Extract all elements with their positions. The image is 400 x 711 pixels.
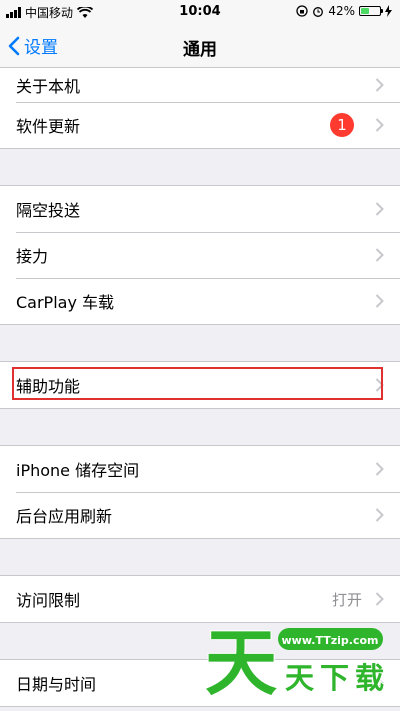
battery-percent: 42%	[328, 4, 355, 18]
settings-group-about: 关于本机 软件更新 1	[0, 68, 400, 149]
update-badge: 1	[330, 113, 354, 137]
chevron-right-icon	[375, 508, 384, 522]
cell-restrictions-label: 访问限制	[16, 591, 81, 610]
cell-handoff-label: 接力	[16, 247, 49, 266]
page-title: 通用	[183, 40, 217, 60]
chevron-right-icon	[375, 592, 384, 606]
cell-software-update-label: 软件更新	[16, 117, 81, 136]
cell-airdrop[interactable]: 隔空投送	[0, 186, 400, 232]
settings-group-storage: iPhone 储存空间 后台应用刷新	[0, 445, 400, 539]
watermark-site: www.TTzip.com	[282, 634, 379, 647]
cell-restrictions[interactable]: 访问限制 打开	[0, 576, 400, 622]
settings-group-accessibility: 辅助功能	[0, 361, 400, 409]
restrictions-value: 打开	[331, 590, 362, 609]
cell-date-time-label: 日期与时间	[16, 675, 97, 694]
chevron-right-icon	[375, 248, 384, 262]
status-bar: 中国移动 10:04 42%	[0, 0, 400, 24]
watermark-text: 天下载	[285, 661, 390, 695]
navigation-bar: 设置 通用	[0, 24, 400, 68]
cell-airdrop-label: 隔空投送	[16, 201, 81, 220]
cell-background-refresh-label: 后台应用刷新	[16, 507, 113, 526]
cell-about-label: 关于本机	[16, 77, 81, 96]
cell-accessibility[interactable]: 辅助功能	[0, 362, 400, 408]
watermark-logo: 天 www.TTzip.com 天下载	[205, 620, 390, 706]
cell-iphone-storage-label: iPhone 储存空间	[16, 461, 140, 480]
cell-iphone-storage[interactable]: iPhone 储存空间	[0, 446, 400, 492]
cell-carplay-label: CarPlay 车载	[16, 293, 115, 312]
watermark-big-char: 天	[205, 621, 277, 705]
orientation-lock-icon	[296, 5, 308, 17]
chevron-right-icon	[375, 118, 384, 132]
chevron-right-icon	[375, 462, 384, 476]
settings-list: 关于本机 软件更新 1 隔空投送 接力 CarPlay 车载 辅助功能 iPho…	[0, 68, 400, 707]
chevron-right-icon	[375, 202, 384, 216]
alarm-icon	[313, 7, 324, 17]
cell-carplay[interactable]: CarPlay 车载	[0, 278, 400, 324]
cell-handoff[interactable]: 接力	[0, 232, 400, 278]
battery-icon	[359, 6, 383, 16]
settings-group-continuity: 隔空投送 接力 CarPlay 车载	[0, 185, 400, 325]
cell-software-update[interactable]: 软件更新 1	[0, 102, 400, 148]
chevron-right-icon	[375, 294, 384, 308]
cell-background-refresh[interactable]: 后台应用刷新	[0, 492, 400, 538]
settings-group-restrictions: 访问限制 打开	[0, 575, 400, 623]
charging-icon	[385, 5, 392, 17]
chevron-right-icon	[375, 78, 384, 92]
battery-fill	[361, 8, 369, 14]
cell-about[interactable]: 关于本机	[0, 68, 400, 102]
highlight-box	[12, 367, 383, 400]
